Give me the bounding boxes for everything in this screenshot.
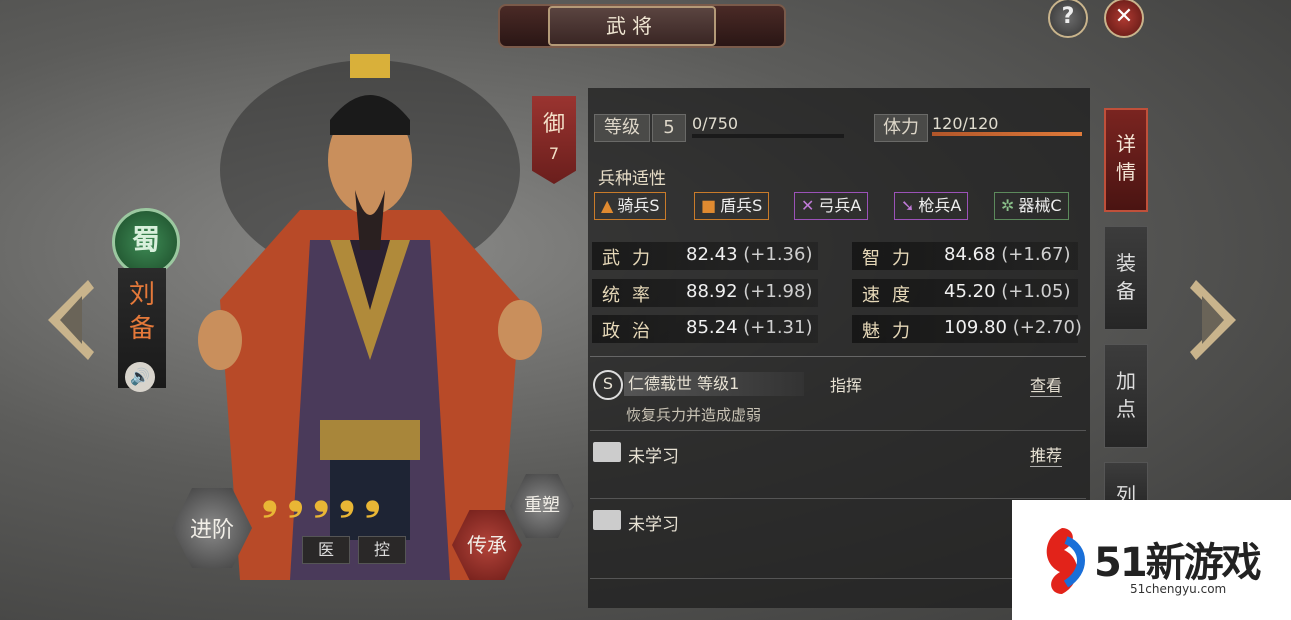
role-value: 7 bbox=[548, 144, 560, 163]
main-skill-name[interactable]: 仁德载世 等级1 bbox=[624, 372, 804, 396]
exp-text: 0/750 bbox=[692, 114, 739, 133]
stamina-label: 体力 bbox=[874, 114, 928, 142]
attr-strength-value: 82.43 (+1.36) bbox=[686, 244, 813, 265]
watermark-url: 51chengyu.com bbox=[1130, 582, 1227, 596]
star-row: ❟ ❟ ❟ ❟ ❟ bbox=[262, 476, 452, 516]
attr-charm: 魅力 bbox=[862, 321, 922, 342]
attr-politics: 政治 bbox=[602, 321, 662, 342]
troop-tag-archer: ✕ 弓兵A bbox=[794, 192, 869, 220]
attr-speed: 速度 bbox=[862, 285, 922, 306]
locked-slot-icon bbox=[593, 510, 621, 530]
page-title: 武将 bbox=[548, 6, 716, 46]
skill-slot-2[interactable]: 未学习 bbox=[628, 510, 679, 535]
troop-tag-cavalry: ▲ 骑兵S bbox=[594, 192, 667, 220]
star-icon: ❟ bbox=[339, 473, 355, 519]
star-icon: ❟ bbox=[287, 473, 304, 519]
prev-hero-arrow[interactable] bbox=[48, 280, 96, 360]
main-skill-desc: 恢复兵力并造成虚弱 bbox=[626, 406, 762, 424]
troop-tag-shield: ■ 盾兵S bbox=[694, 192, 770, 220]
troop-tag-machine: ✲ 器械C bbox=[994, 192, 1069, 220]
attr-command: 统率 bbox=[602, 285, 662, 306]
recommend-link[interactable]: 推荐 bbox=[1030, 442, 1063, 467]
view-skill-link[interactable]: 查看 bbox=[1030, 372, 1063, 397]
skill-grade-badge: S bbox=[593, 370, 623, 400]
tab-equipment[interactable]: 装备 bbox=[1104, 226, 1148, 330]
bow-icon: ✕ bbox=[801, 196, 815, 215]
attr-charm-value: 109.80 (+2.70) bbox=[944, 317, 1082, 338]
level-value: 5 bbox=[652, 114, 686, 142]
tab-details[interactable]: 详情 bbox=[1104, 108, 1148, 212]
machine-icon: ✲ bbox=[1001, 196, 1015, 215]
close-button[interactable]: ✕ bbox=[1104, 0, 1144, 38]
skill-slot-1[interactable]: 未学习 bbox=[628, 442, 679, 467]
stamina-bar bbox=[932, 132, 1082, 136]
main-skill-type: 指挥 bbox=[830, 376, 863, 395]
faction-badge: 蜀 bbox=[112, 208, 180, 276]
attr-politics-value: 85.24 (+1.31) bbox=[686, 317, 813, 338]
help-button[interactable]: ? bbox=[1048, 0, 1088, 38]
watermark-text: 51新游戏 bbox=[1094, 540, 1262, 586]
level-label: 等级 bbox=[594, 114, 650, 142]
star-icon: ❟ bbox=[364, 473, 381, 519]
stamina-text: 120/120 bbox=[932, 114, 999, 133]
troop-tag-spear: ➘ 枪兵A bbox=[894, 192, 969, 220]
star-icon: ❟ bbox=[313, 473, 330, 519]
star-icon: ❟ bbox=[262, 473, 278, 519]
attr-speed-value: 45.20 (+1.05) bbox=[944, 281, 1071, 302]
spear-icon: ➘ bbox=[901, 196, 915, 215]
role-label: 御 bbox=[542, 112, 565, 137]
divider bbox=[590, 498, 1086, 499]
role-ribbon: 御 7 bbox=[532, 96, 576, 184]
hero-name: 刘备 bbox=[128, 280, 155, 344]
locked-slot-icon bbox=[593, 442, 621, 462]
trait-tag: 医 bbox=[302, 536, 350, 564]
divider bbox=[590, 430, 1086, 431]
next-hero-arrow[interactable] bbox=[1188, 280, 1236, 360]
attr-intellect-value: 84.68 (+1.67) bbox=[944, 244, 1071, 265]
divider bbox=[590, 356, 1086, 357]
watermark-logo-icon bbox=[1046, 528, 1085, 594]
exp-bar bbox=[692, 134, 844, 138]
attr-command-value: 88.92 (+1.98) bbox=[686, 281, 813, 302]
attr-intellect: 智力 bbox=[862, 248, 922, 269]
horse-icon: ▲ bbox=[601, 196, 614, 215]
tab-add-points[interactable]: 加点 bbox=[1104, 344, 1148, 448]
troop-title: 兵种适性 bbox=[598, 169, 666, 189]
speaker-icon[interactable]: 🔊 bbox=[125, 362, 155, 392]
trait-tag: 控 bbox=[358, 536, 406, 564]
attr-strength: 武力 bbox=[602, 248, 662, 269]
shield-icon: ■ bbox=[701, 196, 717, 215]
